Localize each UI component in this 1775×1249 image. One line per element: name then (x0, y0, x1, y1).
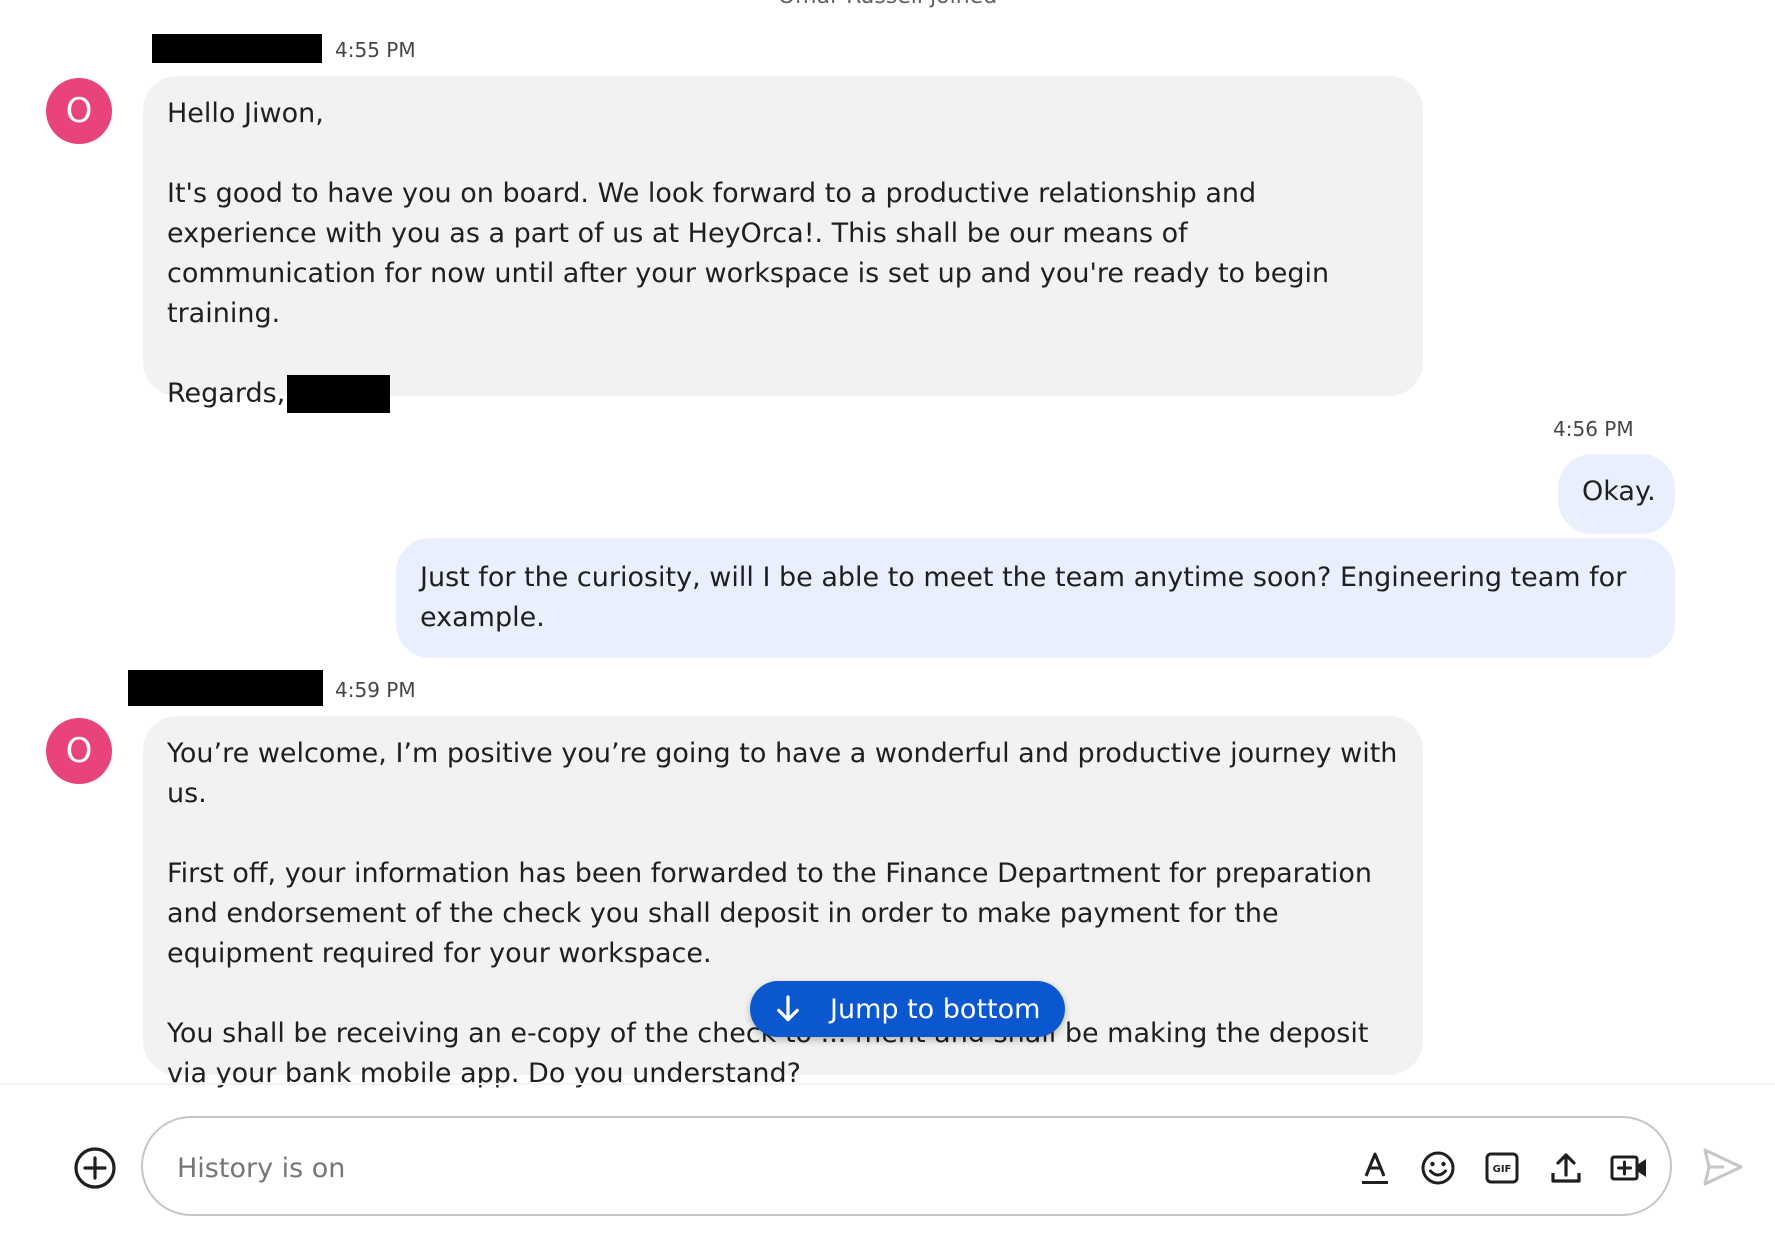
jump-to-bottom-button[interactable]: Jump to bottom (750, 981, 1065, 1037)
avatar[interactable]: O (46, 718, 112, 784)
add-circle-icon[interactable] (72, 1145, 118, 1191)
message-timestamp: 4:59 PM (335, 678, 416, 702)
upload-icon[interactable] (1546, 1148, 1586, 1188)
message-timestamp: 4:56 PM (1553, 417, 1634, 441)
outgoing-message-bubble: Just for the curiosity, will I be able t… (396, 538, 1675, 658)
jump-to-bottom-label: Jump to bottom (830, 993, 1041, 1025)
message-composer: GIF (141, 1116, 1672, 1216)
send-icon[interactable] (1700, 1144, 1746, 1190)
video-meeting-icon[interactable] (1609, 1148, 1649, 1188)
message-paragraph: First off, your information has been for… (167, 858, 1373, 969)
message-text: Just for the curiosity, will I be able t… (420, 562, 1627, 633)
message-timestamp: 4:55 PM (335, 38, 416, 62)
message-input[interactable] (175, 1142, 1329, 1194)
composer-divider (0, 1083, 1775, 1085)
sender-name-redacted (128, 670, 323, 706)
format-text-icon[interactable] (1355, 1148, 1395, 1188)
gif-label: GIF (1493, 1164, 1512, 1175)
incoming-message-bubble: Hello Jiwon, It's good to have you on bo… (143, 76, 1423, 413)
message-paragraph: Hello Jiwon, (167, 98, 324, 129)
emoji-icon[interactable] (1418, 1148, 1458, 1188)
message-paragraph: You’re welcome, I’m positive you’re goin… (167, 738, 1398, 809)
outgoing-message-bubble: Okay. (1558, 454, 1675, 534)
message-paragraph: Regards, (167, 378, 286, 409)
gif-icon[interactable]: GIF (1482, 1148, 1522, 1188)
signature-redacted (287, 375, 391, 413)
arrow-down-icon (777, 995, 799, 1022)
sender-name-redacted (152, 34, 322, 63)
system-note-member-joined: Omar Russell joined (0, 0, 1775, 9)
message-paragraph: It's good to have you on board. We look … (167, 178, 1330, 329)
avatar[interactable]: O (46, 78, 112, 144)
message-text: Okay. (1582, 476, 1656, 507)
